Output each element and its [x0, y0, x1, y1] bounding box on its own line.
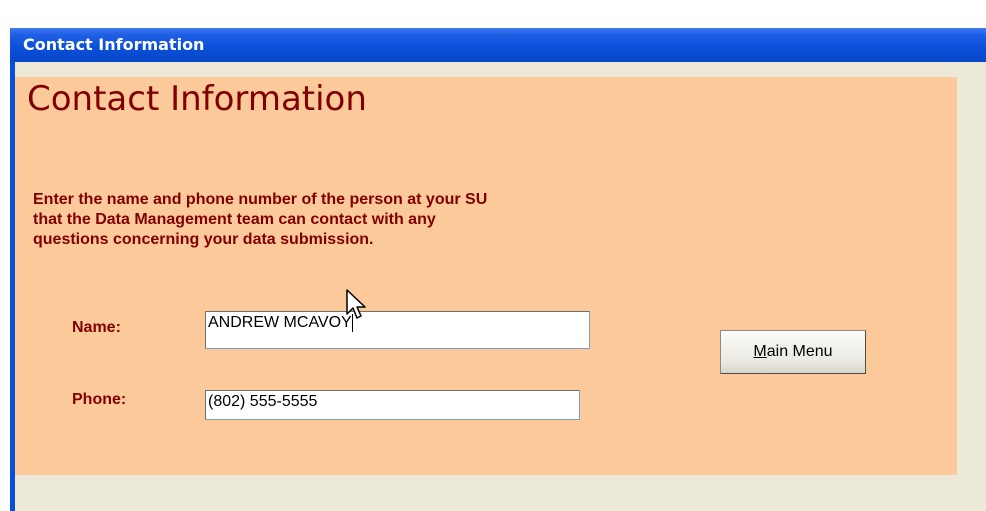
name-input-value: ANDREW MCAVOY	[208, 314, 352, 331]
instructions-line-2: that the Data Management team can contac…	[33, 211, 436, 228]
name-label: Name:	[72, 319, 121, 336]
name-input[interactable]: ANDREW MCAVOY	[205, 311, 590, 349]
window-client-area: Contact Information Enter the name and p…	[15, 62, 986, 511]
contact-form: Contact Information Enter the name and p…	[15, 77, 957, 475]
main-menu-button[interactable]: Main Menu	[720, 330, 866, 374]
contact-information-window: Contact Information Contact Information …	[10, 28, 986, 511]
instructions-line-3: questions concerning your data submissio…	[33, 231, 374, 248]
main-menu-label-rest: ain Menu	[766, 343, 833, 360]
window-titlebar[interactable]: Contact Information	[10, 28, 986, 62]
phone-input-value: (802) 555-5555	[208, 393, 318, 410]
instructions-text: Enter the name and phone number of the p…	[33, 190, 753, 250]
main-menu-mnemonic: M	[753, 343, 767, 360]
phone-input[interactable]: (802) 555-5555	[205, 390, 580, 420]
arrow-cursor-icon	[346, 289, 366, 319]
instructions-line-1: Enter the name and phone number of the p…	[33, 191, 488, 208]
window-title: Contact Information	[23, 35, 205, 54]
form-heading: Contact Information	[27, 79, 367, 119]
phone-label: Phone:	[72, 391, 127, 408]
